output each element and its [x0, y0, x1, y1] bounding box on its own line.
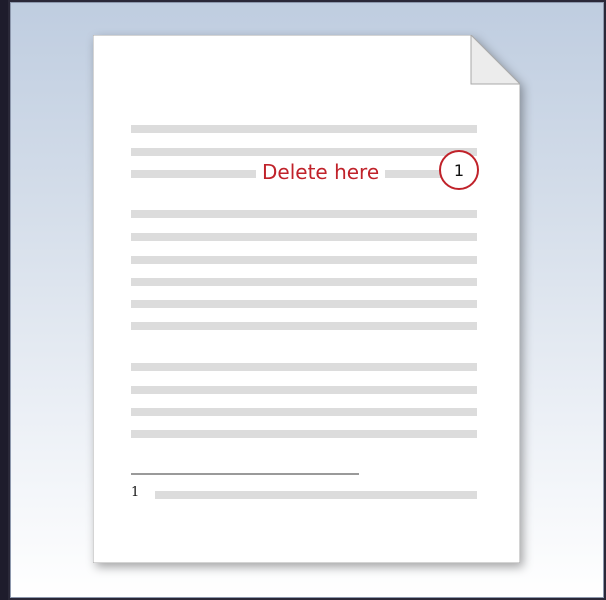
text-line [131, 210, 477, 218]
delete-here-label: Delete here [256, 157, 386, 187]
footnote-number: 1 [131, 485, 140, 500]
text-line [131, 430, 477, 438]
text-line [131, 322, 477, 330]
text-line [131, 408, 477, 416]
footnote-separator [131, 473, 359, 475]
text-line [131, 386, 477, 394]
text-line [131, 278, 477, 286]
footnote-reference-number: 1 [453, 160, 465, 180]
text-line [131, 363, 477, 371]
page-sheet-icon [93, 35, 520, 563]
document-page [93, 35, 520, 563]
footnote-text-line [155, 491, 477, 499]
text-line [131, 148, 477, 156]
text-line [131, 300, 477, 308]
footnote-reference-marker: 1 [439, 150, 479, 190]
text-line [131, 125, 477, 133]
text-line [131, 233, 477, 241]
text-line [131, 256, 477, 264]
